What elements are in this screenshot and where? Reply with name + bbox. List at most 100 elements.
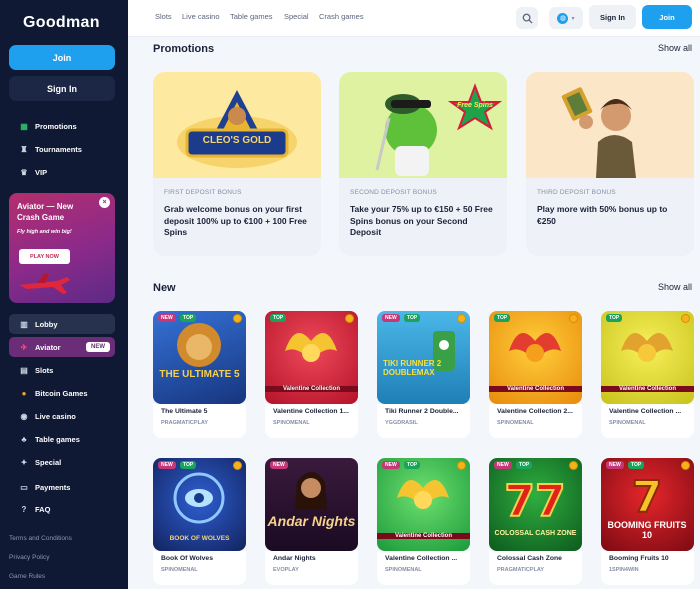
frog-free-spins-artwork: Free Spins (339, 72, 507, 178)
trophy-icon: ♜ (20, 144, 28, 154)
explorer-artwork (526, 72, 694, 178)
game-art-title: COLOSSAL CASH ZONE (494, 530, 577, 537)
close-icon[interactable]: × (99, 197, 110, 208)
promotion-card-first-deposit[interactable]: CLEO'S GOLD FIRST DEPOSIT BONUS Grab wel… (153, 72, 321, 256)
game-info: Tiki Runner 2 Double... YGGDRASIL (377, 404, 470, 438)
game-name: Valentine Collection 1... (273, 408, 349, 415)
game-art-title: Valentine Collection (265, 386, 358, 392)
game-thumbnail: Valentine Collection TOP (265, 311, 358, 404)
sidebar-item-promotions[interactable]: ▦ Promotions (9, 116, 115, 136)
sidebar-signin-button[interactable]: Sign In (9, 76, 115, 101)
sidebar-item-live-casino[interactable]: ◉ Live casino (9, 406, 115, 426)
game-tile-the-ultimate-5[interactable]: THE ULTIMATE 5 NEW TOP The Ultimate 5 PR… (153, 311, 246, 438)
promotion-description: Play more with 50% bonus up to €250 (537, 204, 668, 226)
sidebar-item-aviator[interactable]: ✈ Aviator NEW (9, 337, 115, 357)
sidebar-item-label: FAQ (35, 504, 51, 514)
new-games-show-all-link[interactable]: Show all (658, 282, 692, 292)
game-name: The Ultimate 5 (161, 408, 208, 415)
top-badge: TOP (494, 314, 511, 322)
promotion-tag: FIRST DEPOSIT BONUS (164, 189, 242, 196)
coin-icon (569, 461, 578, 470)
game-info: The Ultimate 5 PRAGMATICPLAY (153, 404, 246, 438)
promotions-show-all-link[interactable]: Show all (658, 43, 692, 53)
game-info: Valentine Collection 2... SPINOMENAL (489, 404, 582, 438)
game-provider: EVOPLAY (273, 567, 299, 573)
aviator-promo-card[interactable]: Aviator — New Crash Game Fly high and wi… (9, 193, 115, 303)
topnav-live-casino[interactable]: Live casino (182, 12, 220, 21)
sidebar-item-payments[interactable]: ▭ Payments (9, 477, 115, 497)
game-tile-valentine-collection-2[interactable]: Valentine Collection TOP Valentine Colle… (489, 311, 582, 438)
game-tile-valentine-collection-1[interactable]: Valentine Collection TOP Valentine Colle… (265, 311, 358, 438)
new-badge: NEW (606, 461, 624, 469)
game-art-title: Valentine Collection (601, 386, 694, 392)
top-badge: TOP (606, 314, 623, 322)
game-name: Book Of Wolves (161, 555, 213, 562)
sidebar-item-table-games[interactable]: ♣ Table games (9, 429, 115, 449)
sidebar-item-vip[interactable]: ♛ VIP (9, 162, 115, 182)
coin-icon (681, 314, 690, 323)
game-art-title: THE ULTIMATE 5 (159, 369, 240, 380)
coin-icon (681, 461, 690, 470)
new-badge: NEW (382, 461, 400, 469)
sidebar-item-bitcoin-games[interactable]: ● Bitcoin Games (9, 383, 115, 403)
airplane-icon (19, 273, 70, 294)
game-thumbnail: TIKI RUNNER 2 DOUBLEMAX NEW TOP (377, 311, 470, 404)
footer-link-terms[interactable]: Terms and Conditions (9, 535, 72, 542)
top-badge: TOP (180, 314, 197, 322)
game-thumbnail: 7 BOOMING FRUITS 10 NEW TOP (601, 458, 694, 551)
game-tile-booming-fruits-10[interactable]: 7 BOOMING FRUITS 10 NEW TOP Booming Frui… (601, 458, 694, 585)
new-games-title: New (153, 282, 176, 294)
top-badge: TOP (404, 461, 421, 469)
sidebar-item-tournaments[interactable]: ♜ Tournaments (9, 139, 115, 159)
play-now-button[interactable]: PLAY NOW (19, 249, 70, 264)
game-name: Valentine Collection 2... (497, 408, 573, 415)
top-badge: TOP (404, 314, 421, 322)
sidebar-item-faq[interactable]: ? FAQ (9, 499, 115, 519)
topnav-slots[interactable]: Slots (155, 12, 172, 21)
game-provider: SPINOMENAL (609, 420, 646, 426)
topnav-crash-games[interactable]: Crash games (319, 12, 364, 21)
promotion-tag: THIRD DEPOSIT BONUS (537, 189, 616, 196)
table-games-icon: ♣ (21, 434, 27, 444)
topnav-table-games[interactable]: Table games (230, 12, 273, 21)
game-tile-book-of-wolves[interactable]: BOOK OF WOLVES NEW TOP Book Of Wolves SP… (153, 458, 246, 585)
game-tile-andar-nights[interactable]: Andar Nights NEW Andar Nights EVOPLAY (265, 458, 358, 585)
live-casino-icon: ◉ (20, 411, 28, 421)
game-tile-valentine-collection-3[interactable]: Valentine Collection TOP Valentine Colle… (601, 311, 694, 438)
game-name: Colossal Cash Zone (497, 555, 562, 562)
game-art-title: Valentine Collection (377, 533, 470, 539)
promotion-card-third-deposit[interactable]: THIRD DEPOSIT BONUS Play more with 50% b… (526, 72, 694, 256)
crown-icon: ♛ (20, 167, 28, 177)
topbar-join-button[interactable]: Join (642, 5, 692, 29)
game-tile-tiki-runner-2[interactable]: TIKI RUNNER 2 DOUBLEMAX NEW TOP Tiki Run… (377, 311, 470, 438)
sidebar-item-label: VIP (35, 167, 48, 177)
game-art-title: Andar Nights (267, 513, 356, 529)
game-art-title: TIKI RUNNER 2 DOUBLEMAX (383, 359, 442, 377)
topbar-signin-button[interactable]: Sign In (589, 5, 636, 29)
game-info: Book Of Wolves SPINOMENAL (153, 551, 246, 585)
search-button[interactable] (516, 7, 538, 29)
game-provider: PRAGMATICPLAY (497, 567, 545, 573)
topnav-special[interactable]: Special (284, 12, 309, 21)
game-thumbnail: BOOK OF WOLVES NEW TOP (153, 458, 246, 551)
promotion-card-second-deposit[interactable]: Free Spins SECOND DEPOSIT BONUS Take you… (339, 72, 507, 256)
sidebar-item-slots[interactable]: ▤ Slots (9, 360, 115, 380)
sidebar-join-button[interactable]: Join (9, 45, 115, 70)
game-tile-valentine-collection-4[interactable]: Valentine Collection NEW TOP Valentine C… (377, 458, 470, 585)
game-info: Valentine Collection 1... SPINOMENAL (265, 404, 358, 438)
sidebar-item-label: Live casino (35, 411, 76, 421)
footer-link-game-rules[interactable]: Game Rules (9, 573, 45, 580)
brand-logo[interactable]: Goodman (23, 14, 100, 32)
sidebar-item-label: Promotions (35, 121, 77, 131)
sidebar-item-special[interactable]: ✦ Special (9, 452, 115, 472)
sidebar-item-lobby[interactable]: ▥ Lobby (9, 314, 115, 334)
game-tile-colossal-cash-zone[interactable]: 77 COLOSSAL CASH ZONE NEW TOP Colossal C… (489, 458, 582, 585)
game-thumbnail: Andar Nights NEW (265, 458, 358, 551)
footer-link-privacy[interactable]: Privacy Policy (9, 554, 49, 561)
game-provider: SPINOMENAL (161, 567, 198, 573)
game-art-title: BOOK OF WOLVES (169, 535, 230, 542)
slots-icon: ▤ (20, 365, 28, 375)
sidebar-item-label: Bitcoin Games (35, 388, 88, 398)
free-spins-star-label: Free Spins (457, 102, 493, 109)
language-selector[interactable]: ◍ ▾ (549, 7, 583, 29)
